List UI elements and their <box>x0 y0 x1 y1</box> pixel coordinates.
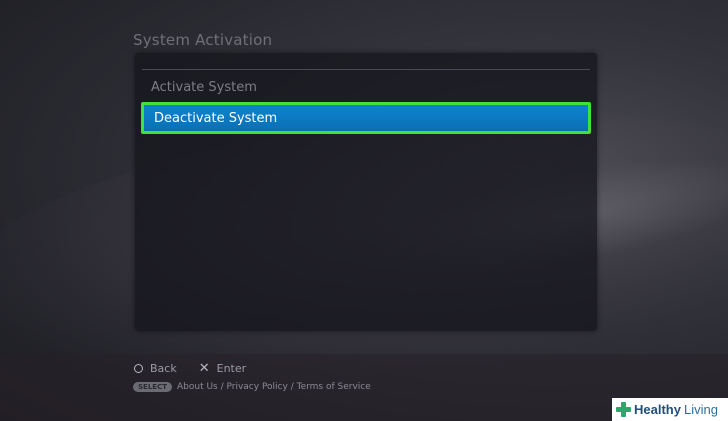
link-separator: / <box>287 382 297 392</box>
menu-item-activate-system[interactable]: Activate System <box>144 74 588 102</box>
back-hint[interactable]: Back <box>134 362 177 375</box>
menu-item-label: Deactivate System <box>154 111 278 126</box>
about-us-link[interactable]: About Us <box>177 382 218 392</box>
link-separator: / <box>217 382 227 392</box>
circle-button-icon <box>134 364 143 373</box>
privacy-policy-link[interactable]: Privacy Policy <box>227 382 288 392</box>
enter-hint[interactable]: ✕ Enter <box>199 362 246 375</box>
watermark-logo: Healthy Living <box>612 398 728 421</box>
footer-links: SELECT About Us / Privacy Policy / Terms… <box>133 382 371 392</box>
controller-hints: Back ✕ Enter <box>134 362 268 375</box>
page-title: System Activation <box>133 31 273 49</box>
enter-label: Enter <box>216 362 247 375</box>
menu-panel: Activate System Deactivate System <box>135 53 597 331</box>
menu-item-label: Activate System <box>151 80 257 95</box>
back-label: Back <box>150 362 177 375</box>
select-button-icon: SELECT <box>133 382 172 392</box>
plus-icon <box>616 402 631 417</box>
watermark-brand-light: Living <box>683 402 718 417</box>
menu-item-deactivate-system[interactable]: Deactivate System <box>141 102 591 134</box>
terms-of-service-link[interactable]: Terms of Service <box>297 382 371 392</box>
watermark-brand-bold: Healthy <box>634 402 681 417</box>
cross-button-icon: ✕ <box>198 361 210 376</box>
panel-divider <box>142 69 590 70</box>
